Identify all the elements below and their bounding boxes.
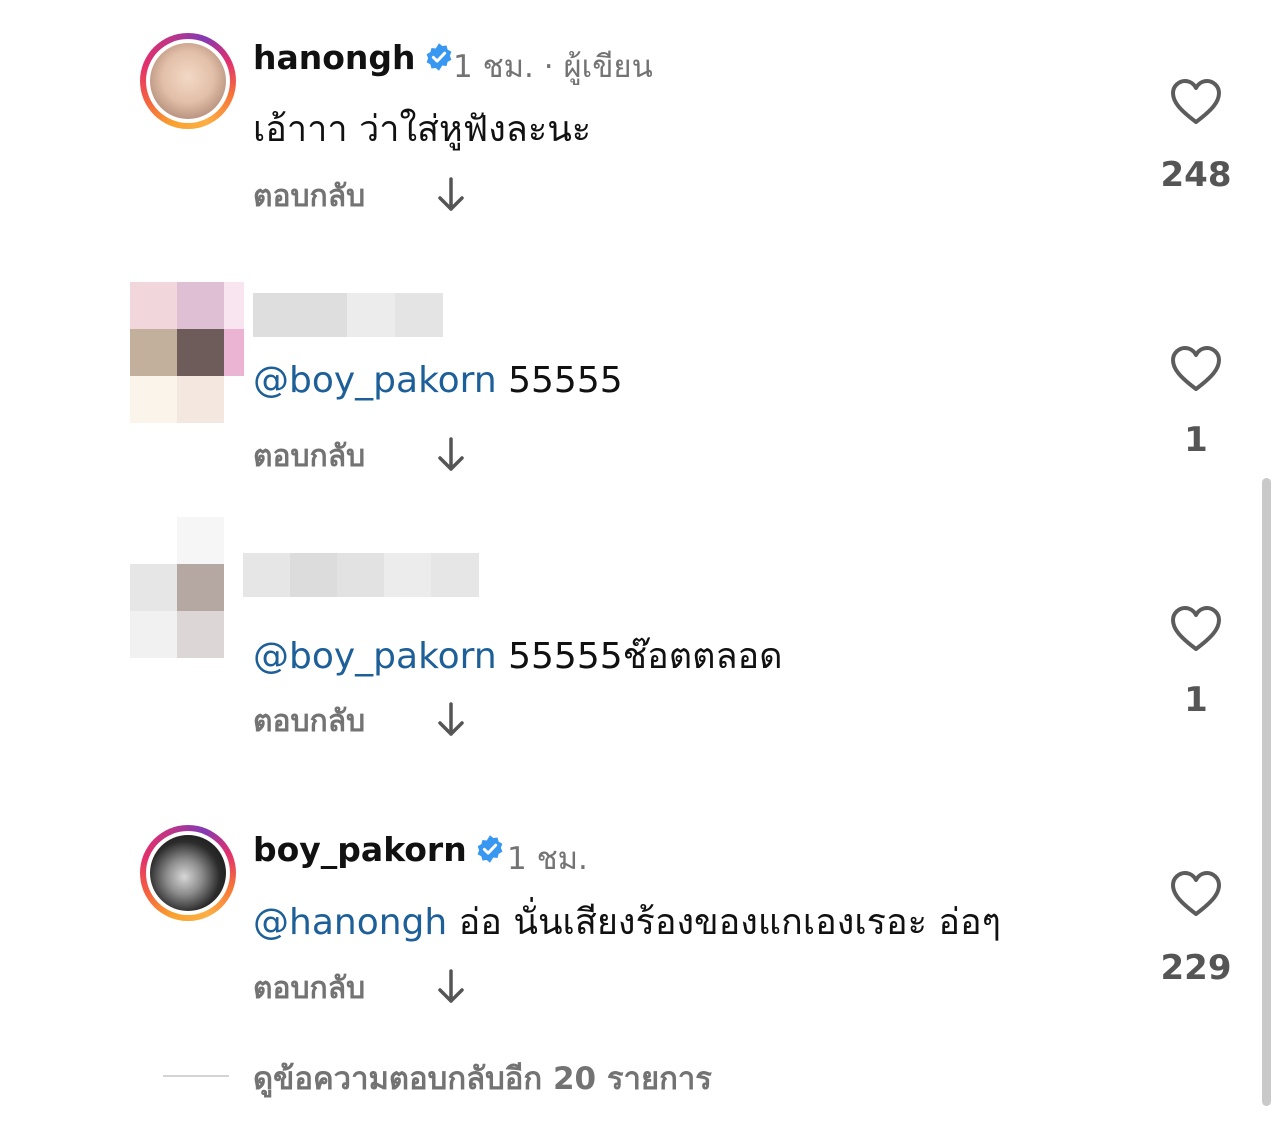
like-count: 248 [1160, 155, 1232, 195]
arrow-down-icon[interactable] [436, 435, 466, 475]
heart-outline-icon[interactable] [1170, 345, 1222, 393]
author-label: · ผู้เขียน [543, 49, 653, 85]
comment-thread: hanongh 1 ชม. · ผู้เขียน เอ้าาา ว่าใส่หู… [0, 0, 1280, 1145]
arrow-down-icon[interactable] [436, 700, 466, 740]
mention-link[interactable]: @boy_pakorn [253, 636, 497, 677]
reply-button[interactable]: ตอบกลับ [253, 173, 365, 220]
mention-link[interactable]: @hanongh [253, 902, 447, 943]
comment-username[interactable] [243, 553, 479, 597]
like-count: 1 [1184, 680, 1208, 720]
view-more-replies-button[interactable]: ดูข้อความตอบกลับอีก 20 รายการ [253, 1053, 712, 1103]
reply-button[interactable]: ตอบกลับ [253, 965, 365, 1012]
comment-text: 55555 [496, 360, 623, 401]
comment-text: 55555ช๊อตตลอด [496, 636, 783, 677]
comment-text: อ่อ นั่นเสียงร้องของแกเองเรอะ อ่อๆ [447, 902, 1001, 943]
avatar[interactable] [140, 825, 236, 921]
comment-time: 1 ชม. [507, 841, 588, 877]
arrow-down-icon[interactable] [436, 175, 466, 215]
like-count: 1 [1184, 420, 1208, 460]
verified-badge-icon [426, 42, 451, 71]
scrollbar[interactable] [1262, 478, 1271, 1106]
verified-badge-icon [477, 834, 503, 863]
comment-username[interactable] [253, 293, 443, 337]
view-replies-divider [163, 1075, 229, 1077]
comment-username[interactable]: boy_pakorn [253, 830, 467, 869]
comment-text: เอ้าาา ว่าใส่หูฟังละนะ [253, 109, 592, 150]
heart-outline-icon[interactable] [1170, 870, 1222, 918]
avatar[interactable] [130, 282, 244, 426]
avatar[interactable] [130, 517, 244, 661]
heart-outline-icon[interactable] [1170, 78, 1222, 126]
arrow-down-icon[interactable] [436, 967, 466, 1007]
avatar[interactable] [140, 33, 236, 129]
like-count: 229 [1160, 948, 1232, 988]
comment-username[interactable]: hanongh [253, 38, 416, 77]
reply-button[interactable]: ตอบกลับ [253, 433, 365, 480]
reply-button[interactable]: ตอบกลับ [253, 698, 365, 745]
comment-time: 1 ชม. [453, 49, 534, 85]
heart-outline-icon[interactable] [1170, 605, 1222, 653]
mention-link[interactable]: @boy_pakorn [253, 360, 497, 401]
